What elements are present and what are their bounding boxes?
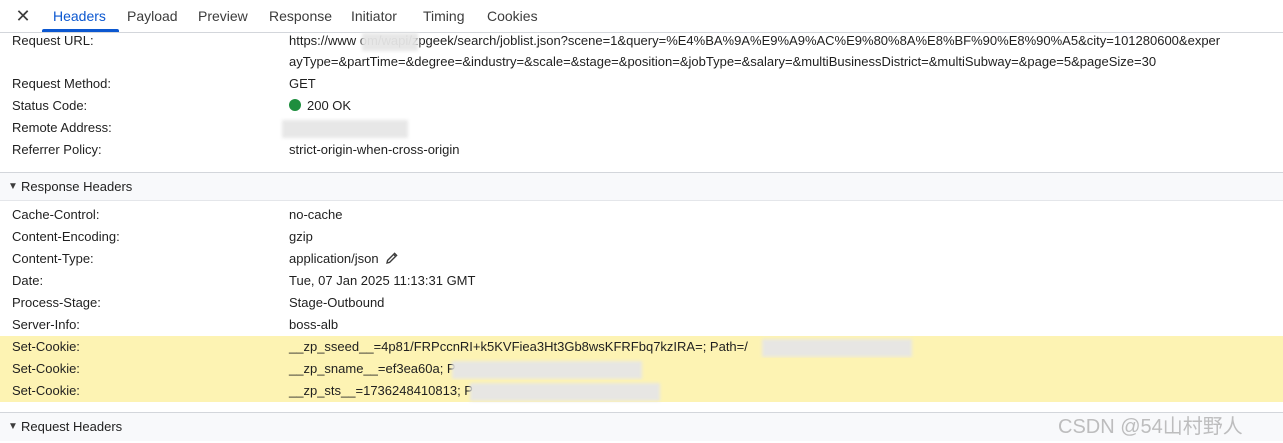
- response-header-row: Cache-Control: no-cache: [0, 204, 1283, 226]
- redaction-blur: [470, 383, 660, 401]
- header-value[interactable]: ayType=&partTime=&degree=&industry=&scal…: [289, 51, 1156, 73]
- redaction-blur: [452, 361, 642, 379]
- header-name: Set-Cookie:: [12, 339, 80, 354]
- redaction-blur: [282, 120, 408, 138]
- header-name: Set-Cookie:: [12, 361, 80, 376]
- header-value[interactable]: boss-alb: [289, 314, 338, 336]
- response-header-row: Process-Stage: Stage-Outbound: [0, 292, 1283, 314]
- redaction-blur: [362, 33, 418, 51]
- general-row-request-url: Request URL: https://www om/wapi/zpgeek/…: [0, 30, 1283, 52]
- header-name: Remote Address:: [12, 120, 112, 135]
- header-name: Set-Cookie:: [12, 383, 80, 398]
- response-header-row: Server-Info: boss-alb: [0, 314, 1283, 336]
- devtools-tab-bar: ✕ Headers Payload Preview Response Initi…: [0, 0, 1283, 33]
- edit-pencil-icon[interactable]: [385, 250, 399, 272]
- section-title: Response Headers: [21, 179, 133, 194]
- header-name: Cache-Control:: [12, 207, 100, 222]
- general-row-referrer-policy: Referrer Policy: strict-origin-when-cros…: [0, 139, 1283, 161]
- header-value[interactable]: Tue, 07 Jan 2025 11:13:31 GMT: [289, 270, 475, 292]
- tab-response[interactable]: Response: [269, 0, 332, 33]
- general-row-request-url-cont: ayType=&partTime=&degree=&industry=&scal…: [0, 51, 1283, 73]
- tab-timing[interactable]: Timing: [423, 0, 465, 33]
- status-ok-icon: [289, 99, 301, 111]
- tab-preview[interactable]: Preview: [198, 0, 248, 33]
- watermark: CSDN @54山村野人: [1058, 416, 1243, 438]
- close-icon[interactable]: ✕: [12, 6, 34, 28]
- header-name: Content-Encoding:: [12, 229, 120, 244]
- header-value[interactable]: gzip: [289, 226, 313, 248]
- response-header-row: Content-Encoding: gzip: [0, 226, 1283, 248]
- section-title: Request Headers: [21, 419, 123, 434]
- header-value[interactable]: __zp_sname__=ef3ea60a; P: [289, 358, 456, 380]
- general-row-request-method: Request Method: GET: [0, 73, 1283, 95]
- header-value[interactable]: strict-origin-when-cross-origin: [289, 139, 460, 161]
- response-header-row: Date: Tue, 07 Jan 2025 11:13:31 GMT: [0, 270, 1283, 292]
- tab-cookies[interactable]: Cookies: [487, 0, 538, 33]
- header-name: Referrer Policy:: [12, 142, 102, 157]
- header-name: Server-Info:: [12, 317, 80, 332]
- header-value[interactable]: __zp_sts__=1736248410813; P: [289, 380, 473, 402]
- header-name: Process-Stage:: [12, 295, 101, 310]
- tab-initiator[interactable]: Initiator: [351, 0, 397, 33]
- header-name: Content-Type:: [12, 251, 94, 266]
- header-name: Request Method:: [12, 76, 112, 91]
- status-text: 200 OK: [307, 98, 352, 113]
- general-row-remote-address: Remote Address:: [0, 117, 1283, 139]
- response-header-row: Content-Type: application/json: [0, 248, 1283, 270]
- redaction-blur: [762, 339, 912, 357]
- header-name: Date:: [12, 273, 44, 288]
- status-value[interactable]: 200 OK: [289, 95, 351, 117]
- general-row-status-code: Status Code: 200 OK: [0, 95, 1283, 117]
- header-value[interactable]: https://www om/wapi/zpgeek/search/joblis…: [289, 30, 1220, 52]
- header-value[interactable]: no-cache: [289, 204, 342, 226]
- header-name: Status Code:: [12, 98, 88, 113]
- header-value[interactable]: __zp_sseed__=4p81/FRPccnRI+k5KVFiea3Ht3G…: [289, 336, 748, 358]
- header-value[interactable]: GET: [289, 73, 316, 95]
- set-cookie-row: Set-Cookie: __zp_sseed__=4p81/FRPccnRI+k…: [0, 336, 1283, 358]
- expand-triangle-icon[interactable]: ▼: [8, 173, 18, 201]
- expand-triangle-icon[interactable]: ▼: [8, 413, 18, 441]
- header-value[interactable]: application/json: [289, 248, 399, 272]
- header-name: Request URL:: [12, 33, 94, 48]
- tab-payload[interactable]: Payload: [127, 0, 178, 33]
- section-response-headers[interactable]: ▼ Response Headers: [0, 172, 1283, 201]
- header-value[interactable]: Stage-Outbound: [289, 292, 384, 314]
